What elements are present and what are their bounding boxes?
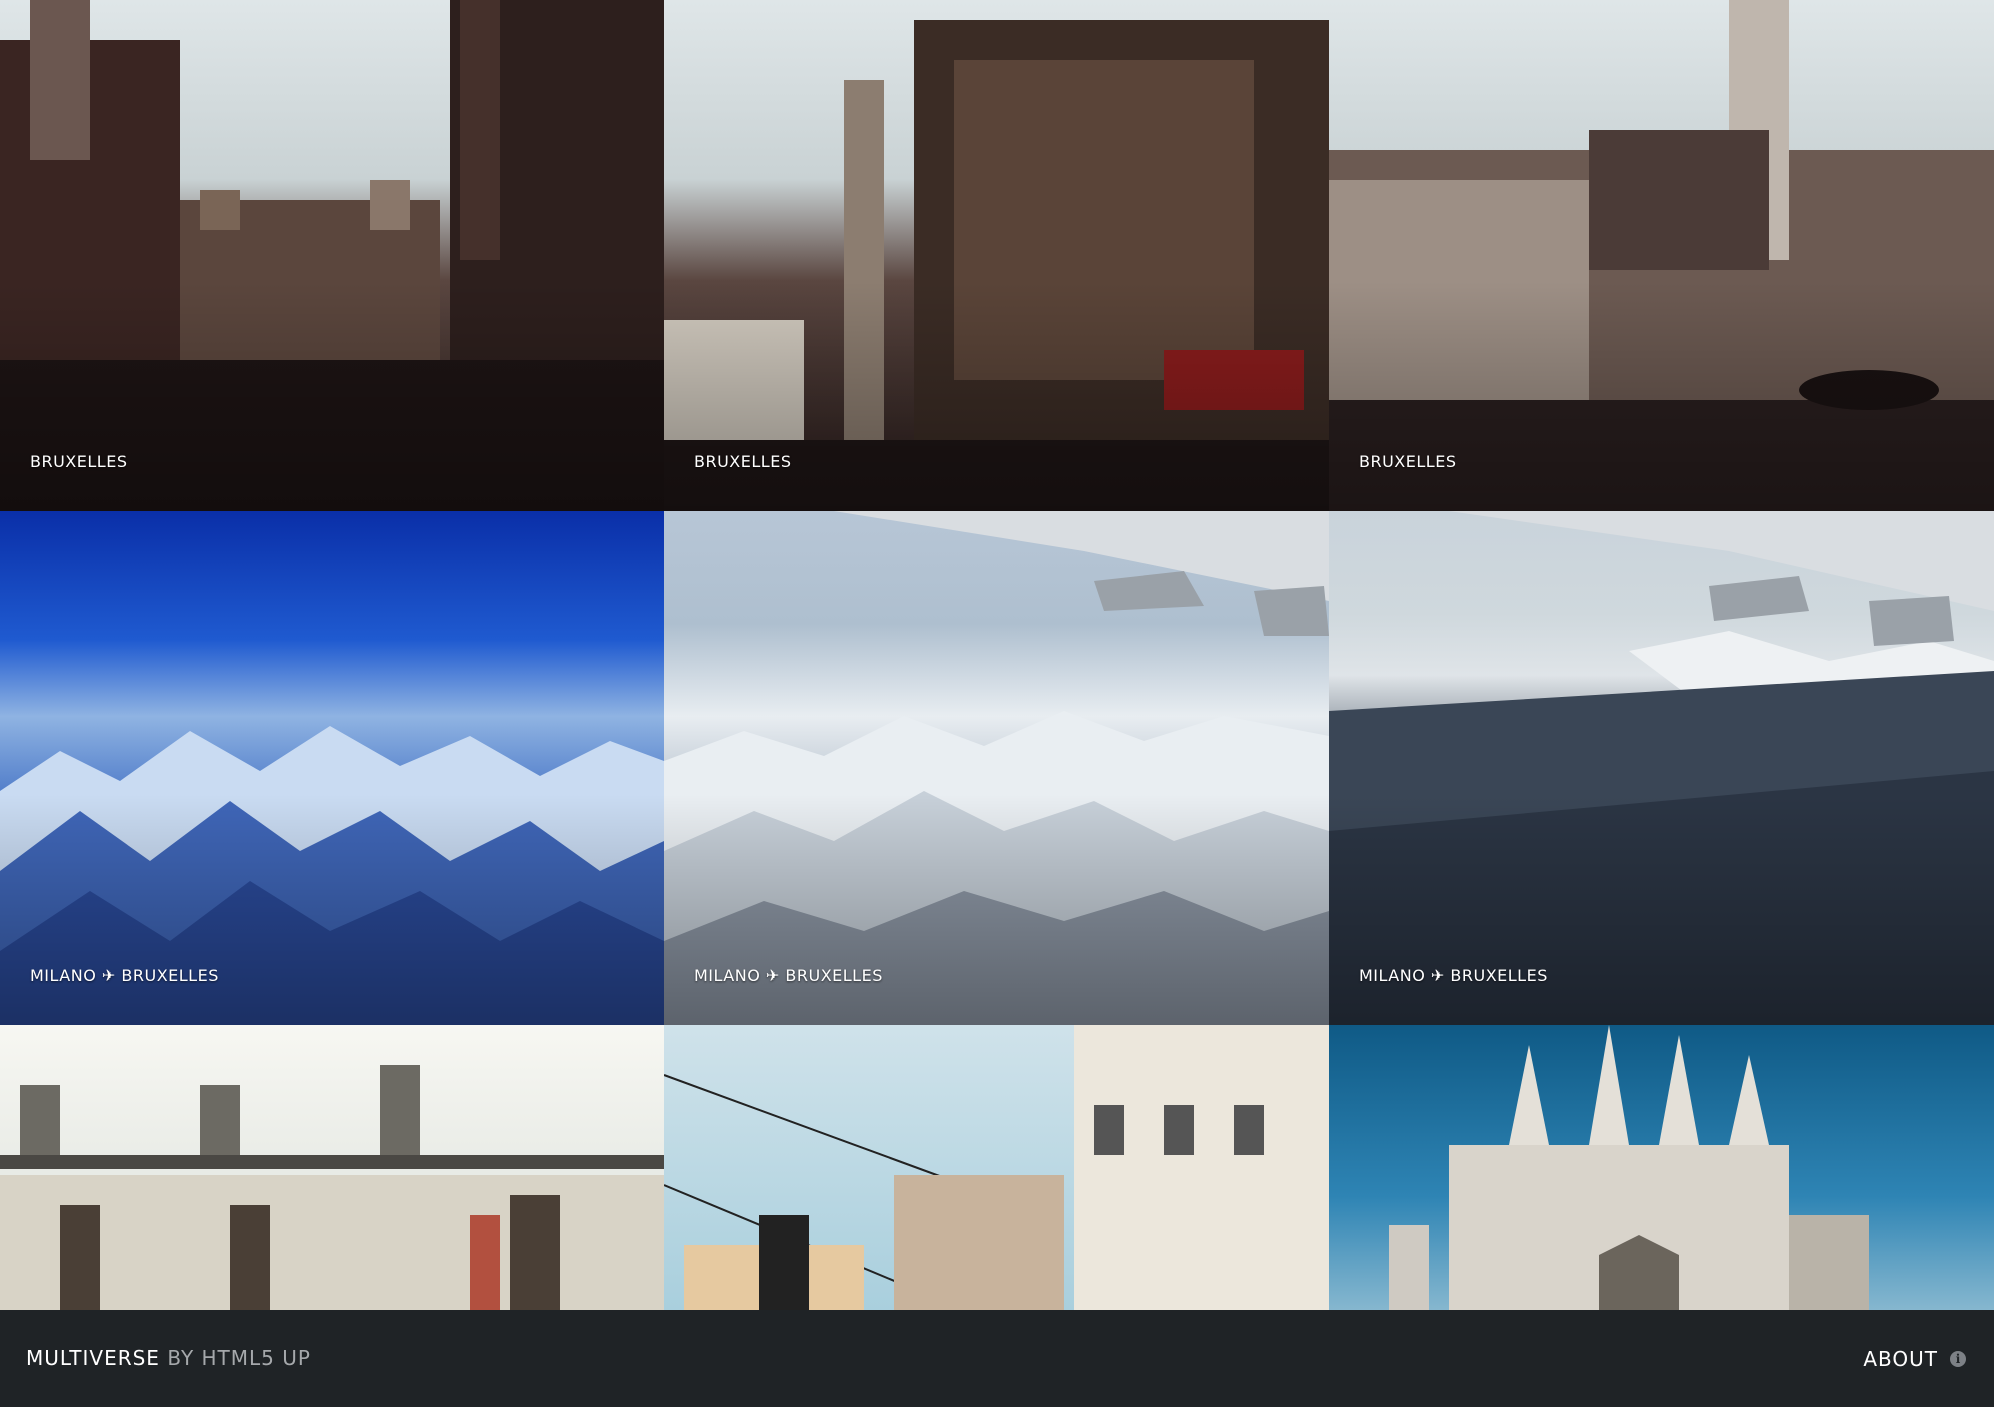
photo-caption: MILANO ✈ BRUXELLES [1359, 966, 1548, 985]
gallery-thumb-bruxelles-1[interactable]: BRUXELLES [0, 0, 664, 511]
photo-valley-plane-wing [1329, 511, 1994, 1025]
photo-street-buildings [664, 1025, 1329, 1310]
photo-caption: BRUXELLES [1359, 452, 1457, 471]
photo-caption: MILANO ✈ BRUXELLES [694, 966, 883, 985]
brand-name: MULTIVERSE [26, 1346, 160, 1370]
photo-duomo-cathedral [1329, 1025, 1994, 1310]
site-brand[interactable]: MULTIVERSE BY HTML5 UP [26, 1310, 311, 1407]
gallery-thumb-bruxelles-3[interactable]: BRUXELLES [1329, 0, 1994, 511]
gallery-thumb-milano-3[interactable] [1329, 1025, 1994, 1310]
brand-credit: BY HTML5 UP [167, 1346, 311, 1370]
photo-caption: BRUXELLES [30, 452, 128, 471]
gallery-thumb-bruxelles-2[interactable]: BRUXELLES [664, 0, 1329, 511]
about-label: ABOUT [1863, 1346, 1938, 1371]
gallery-thumb-flight-3[interactable]: MILANO ✈ BRUXELLES [1329, 511, 1994, 1025]
footer-bar: MULTIVERSE BY HTML5 UP ABOUT i [0, 1310, 1994, 1407]
photo-alps-blue-sky [0, 511, 664, 1025]
info-icon: i [1950, 1350, 1966, 1367]
photo-caption: BRUXELLES [694, 452, 792, 471]
photo-gallery: BRUXELLES BRUXELLES BRUXELLES MILANO ✈ B… [0, 0, 1994, 1310]
gallery-thumb-flight-1[interactable]: MILANO ✈ BRUXELLES [0, 511, 664, 1025]
photo-caption: MILANO ✈ BRUXELLES [30, 966, 219, 985]
photo-alps-plane-wing [664, 511, 1329, 1025]
gallery-thumb-milano-1[interactable] [0, 1025, 664, 1310]
photo-guildhall-facades [664, 0, 1329, 511]
photo-grand-place-square [0, 0, 664, 511]
photo-liberty-facade [0, 1025, 664, 1310]
photo-town-hall [1329, 0, 1994, 511]
about-button[interactable]: ABOUT i [1863, 1310, 1966, 1407]
gallery-thumb-milano-2[interactable] [664, 1025, 1329, 1310]
gallery-thumb-flight-2[interactable]: MILANO ✈ BRUXELLES [664, 511, 1329, 1025]
